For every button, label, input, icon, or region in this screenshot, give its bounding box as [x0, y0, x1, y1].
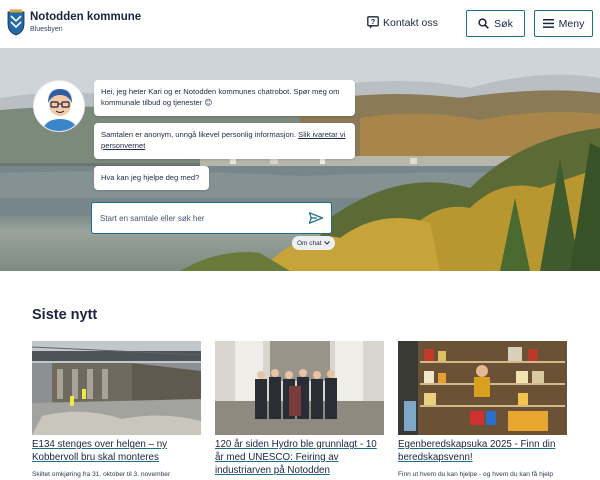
news-image-pantry: [398, 341, 567, 435]
news-description: Finn ut hvem du kan hjelpe - og hvem du …: [398, 471, 554, 478]
menu-label: Meny: [558, 17, 585, 30]
news-title[interactable]: 120 år siden Hydro ble grunnlagt - 10 år…: [215, 438, 384, 477]
search-icon: [478, 18, 490, 29]
logo-link[interactable]: Notodden kommune Bluesbyen: [7, 9, 141, 36]
news-card[interactable]: 120 år siden Hydro ble grunnlagt - 10 år…: [215, 341, 384, 480]
send-icon[interactable]: [309, 212, 323, 224]
site-header: Notodden kommune Bluesbyen ? Kontakt oss…: [0, 0, 600, 48]
contact-link[interactable]: ? Kontakt oss: [367, 16, 438, 29]
menu-button[interactable]: Meny: [534, 10, 593, 37]
chatbot-avatar: [33, 80, 85, 132]
about-chat-toggle[interactable]: Om chat: [292, 236, 335, 250]
news-description: Skiltet omkjøring fra 31. oktober til 3.…: [32, 471, 171, 478]
news-heading: Siste nytt: [32, 307, 98, 323]
chatbot-face-icon: [34, 81, 84, 131]
chat-message-greeting: Hei, jeg heter Kari og er Notodden kommu…: [94, 80, 355, 116]
chat-message-privacy: Samtalen er anonym, unngå likevel person…: [94, 123, 355, 159]
chevron-down-icon: [323, 241, 330, 245]
search-label: Søk: [494, 17, 513, 30]
greeting-text: Hei, jeg heter Kari og er Notodden kommu…: [101, 87, 340, 107]
search-button[interactable]: Søk: [466, 10, 525, 37]
svg-text:?: ?: [371, 19, 375, 26]
news-image-group-photo: [215, 341, 384, 435]
chat-search-input[interactable]: [100, 213, 309, 223]
question-text: Hva kan jeg hjelpe deg med?: [101, 173, 200, 182]
news-image-bridge: [32, 341, 201, 435]
contact-label: Kontakt oss: [383, 16, 438, 29]
coat-of-arms-icon: [7, 9, 25, 36]
logo-subtitle: Bluesbyen: [30, 26, 63, 33]
hamburger-icon: [542, 19, 554, 28]
news-title[interactable]: Egenberedskapsuka 2025 - Finn din bereds…: [398, 438, 567, 464]
news-card[interactable]: E134 stenges over helgen – ny Kobbervoll…: [32, 341, 201, 479]
chat-message-question: Hva kan jeg hjelpe deg med?: [94, 166, 209, 190]
news-card[interactable]: Egenberedskapsuka 2025 - Finn din bereds…: [398, 341, 567, 479]
about-chat-label: Om chat: [297, 239, 322, 247]
hero-banner: Hei, jeg heter Kari og er Notodden kommu…: [0, 48, 600, 271]
contact-icon: ?: [367, 16, 379, 29]
logo-name: Notodden kommune: [30, 11, 142, 23]
news-title[interactable]: E134 stenges over helgen – ny Kobbervoll…: [32, 438, 201, 464]
chat-input-box: [91, 202, 332, 234]
privacy-text: Samtalen er anonym, unngå likevel person…: [101, 130, 299, 139]
